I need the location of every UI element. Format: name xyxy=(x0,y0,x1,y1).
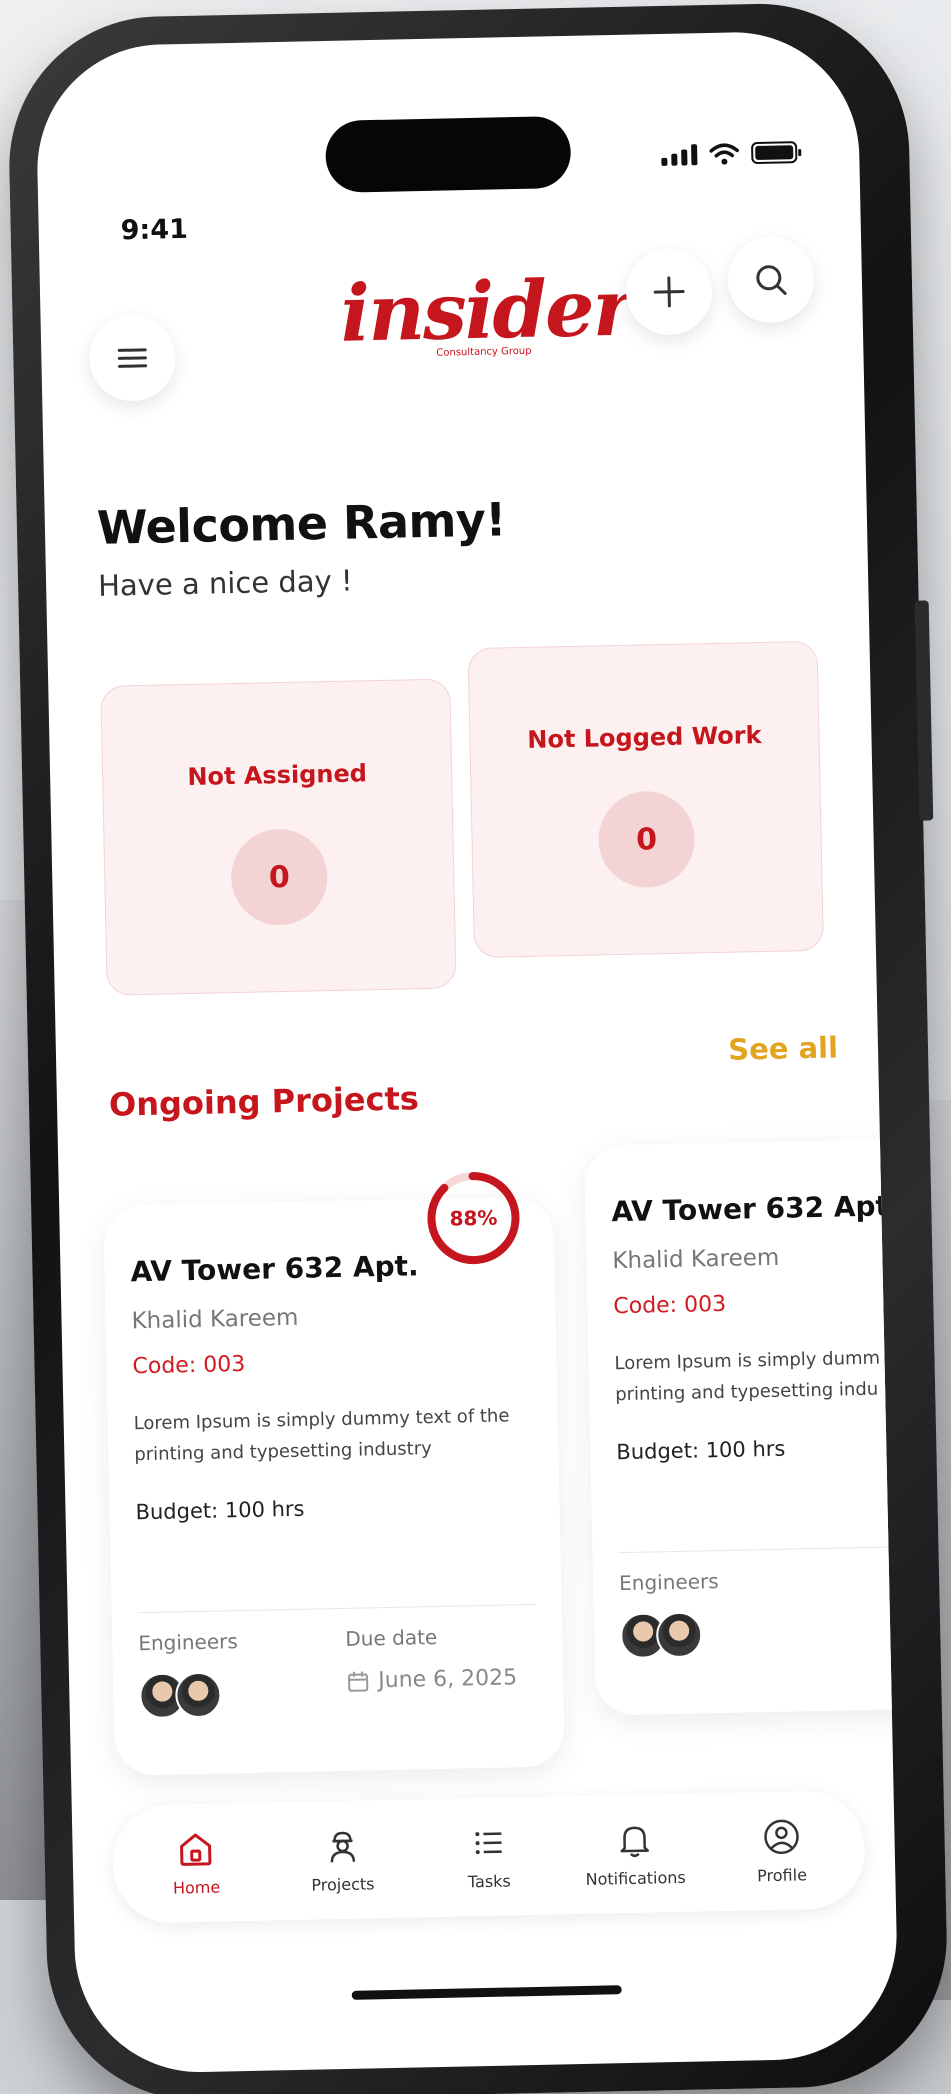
search-button[interactable] xyxy=(726,235,815,324)
nav-label: Notifications xyxy=(585,1867,686,1889)
project-code: Code: 003 xyxy=(132,1351,246,1380)
stat-value: 0 xyxy=(597,790,696,889)
due-date-block: Due date June 6, 2025 xyxy=(345,1624,518,1716)
menu-button[interactable] xyxy=(88,314,177,402)
engineers-label: Engineers xyxy=(618,1569,719,1596)
list-icon xyxy=(475,1831,502,1854)
welcome-subtitle: Have a nice day ! xyxy=(97,563,353,603)
stat-card-not-logged-work[interactable]: Not Logged Work 0 xyxy=(467,640,824,959)
welcome-title: Welcome Ramy! xyxy=(96,492,507,555)
nav-label: Home xyxy=(172,1877,221,1898)
progress-ring: 88% xyxy=(422,1167,524,1269)
project-owner: Khalid Kareem xyxy=(612,1244,780,1275)
engineers-block: Engineers xyxy=(138,1629,239,1720)
nav-item-projects[interactable]: Projects xyxy=(277,1825,408,1895)
engineer-avatars xyxy=(138,1671,239,1720)
due-date-value: June 6, 2025 xyxy=(378,1665,518,1694)
progress-percent: 88% xyxy=(449,1205,498,1231)
nav-label: Tasks xyxy=(467,1870,511,1891)
due-date-label: Due date xyxy=(345,1625,438,1652)
user-circle-icon xyxy=(763,1819,799,1854)
project-card[interactable]: AV Tower 632 Apt. Khalid Kareem Code: 00… xyxy=(583,1138,900,1716)
calendar-icon xyxy=(348,1671,369,1692)
signal-icon xyxy=(661,144,698,166)
avatar xyxy=(655,1611,703,1659)
hamburger-icon xyxy=(117,348,148,368)
insider-logo: insider Consultancy Group xyxy=(339,262,633,386)
nav-item-notifications[interactable]: Notifications xyxy=(569,1819,700,1889)
phone-mockup: 9:41 insider Consultancy Group Welcome R… xyxy=(6,0,950,2094)
wifi-icon xyxy=(709,143,739,165)
divider xyxy=(137,1604,536,1614)
home-icon xyxy=(180,1833,212,1866)
project-code: Code: 003 xyxy=(613,1291,727,1320)
bottom-nav: Home Projects Tasks Notifications Profil… xyxy=(111,1790,867,1924)
plus-icon xyxy=(653,276,685,308)
engineers-block: Engineers xyxy=(618,1569,720,1660)
project-title: AV Tower 632 Apt. xyxy=(611,1189,900,1229)
project-description-line: printing and typesetting indu xyxy=(614,1378,879,1405)
nav-item-profile[interactable]: Profile xyxy=(716,1816,847,1886)
project-description: Lorem Ipsum is simply dummy text of the … xyxy=(133,1401,524,1470)
add-button[interactable] xyxy=(625,247,714,336)
stat-label: Not Assigned xyxy=(187,759,368,792)
stat-value: 0 xyxy=(230,828,329,927)
engineers-label: Engineers xyxy=(138,1629,239,1656)
nav-item-home[interactable]: Home xyxy=(130,1828,261,1898)
nav-label: Profile xyxy=(756,1864,808,1885)
nav-label: Projects xyxy=(311,1873,375,1895)
stat-label: Not Logged Work xyxy=(527,720,762,754)
project-card[interactable]: 88% AV Tower 632 Apt. Khalid Kareem Code… xyxy=(103,1172,565,1776)
battery-icon xyxy=(751,141,798,165)
status-time: 9:41 xyxy=(120,213,189,247)
home-indicator[interactable] xyxy=(351,1985,622,2000)
search-icon xyxy=(756,265,787,295)
engineer-avatars xyxy=(619,1611,720,1660)
project-footer: Engineers xyxy=(618,1565,899,1660)
project-owner: Khalid Kareem xyxy=(131,1304,299,1335)
due-date: June 6, 2025 xyxy=(346,1666,517,1695)
welcome-block: Welcome Ramy! Have a nice day ! xyxy=(96,492,507,603)
project-footer: Engineers Due date June 6, 2025 xyxy=(138,1623,538,1720)
project-budget: Budget: 100 hrs xyxy=(616,1436,786,1465)
project-description: Lorem Ipsum is simply dumm printing and … xyxy=(614,1343,899,1411)
see-all-link[interactable]: See all xyxy=(728,1030,838,1066)
section-title-ongoing-projects: Ongoing Projects xyxy=(108,1079,420,1124)
divider xyxy=(618,1545,900,1554)
stat-card-not-assigned[interactable]: Not Assigned 0 xyxy=(100,678,457,996)
nav-item-tasks[interactable]: Tasks xyxy=(423,1822,554,1892)
app-screen: 9:41 insider Consultancy Group Welcome R… xyxy=(34,29,900,2075)
project-budget: Budget: 100 hrs xyxy=(135,1496,305,1525)
avatar xyxy=(174,1671,222,1719)
bell-icon xyxy=(620,1826,650,1857)
engineer-icon xyxy=(330,1831,355,1862)
dynamic-island xyxy=(324,115,572,193)
status-icons xyxy=(661,141,798,166)
logo-wordmark: insider xyxy=(339,262,633,360)
